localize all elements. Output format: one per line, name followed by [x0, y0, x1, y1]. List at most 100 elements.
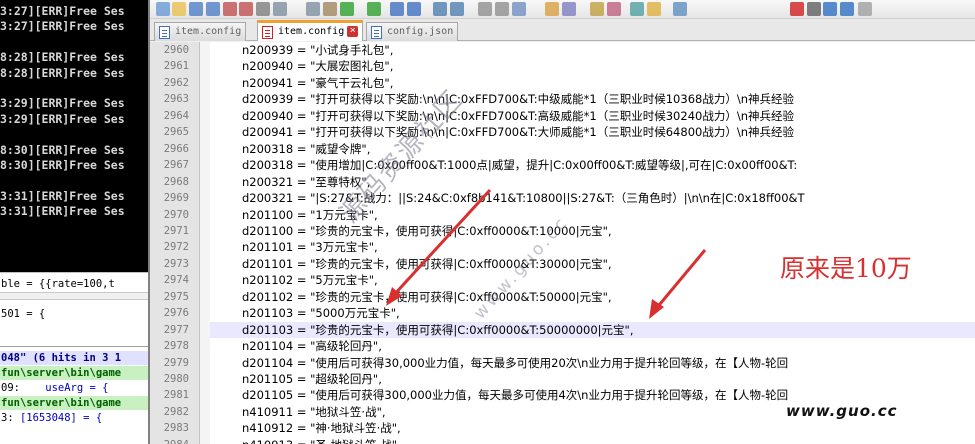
code-line[interactable]: n200940 = "大展宏图礼包", — [210, 58, 975, 74]
file-icon — [371, 26, 382, 39]
code-line[interactable]: n201105 = "超级轮回丹", — [210, 371, 975, 387]
code-line[interactable]: n201104 = "高级轮回丹", — [210, 338, 975, 354]
line-number: 2971 — [163, 224, 189, 237]
tab-3[interactable]: config.json — [366, 22, 459, 41]
tab-close-icon[interactable]: × — [347, 26, 359, 37]
tab-bar: item.config item.config × config.json — [150, 19, 975, 41]
search-result-line[interactable]: 3: [1653048] = { — [0, 411, 148, 425]
line-number: 2969 — [163, 192, 189, 205]
search-result-file[interactable]: fun\server\bin\game — [0, 366, 148, 380]
search-results-panel[interactable]: 048" (6 hits in 3 1 fun\server\bin\game 0… — [0, 346, 148, 444]
print-icon[interactable] — [256, 2, 270, 16]
code-line[interactable]: d201104 = "使用后可获得30,000业力值，每天最多可使用20次\n业… — [210, 355, 975, 371]
zoom-out-icon[interactable] — [450, 2, 464, 16]
line-number: 2975 — [163, 290, 189, 303]
toolbar — [150, 0, 975, 19]
line-number: 2974 — [163, 274, 189, 287]
file-icon — [159, 26, 170, 39]
tab-label: config.json — [387, 26, 454, 37]
redo-icon[interactable] — [367, 2, 381, 16]
left-code-line: ble = {{rate=100,t — [1, 278, 115, 290]
code-area[interactable]: n200939 = "小试身手礼包", n200940 = "大展宏图礼包", n2… — [210, 42, 975, 444]
code-line[interactable]: n201100 = "1万元宝卡", — [210, 207, 975, 223]
console-line: 3:29][ERR]Free Ses — [0, 111, 125, 126]
search-result-line[interactable]: 09: useArg = { — [0, 381, 148, 395]
line-number: 2983 — [163, 422, 189, 435]
find-icon[interactable] — [390, 2, 404, 16]
pane-splitter[interactable] — [0, 292, 148, 300]
undo-icon[interactable] — [340, 2, 354, 16]
line-number: 2973 — [163, 257, 189, 270]
code-line[interactable]: n200941 = "豪气干云礼包", — [210, 75, 975, 91]
code-line[interactable]: n410912 = "神·地狱斗笠·战", — [210, 420, 975, 436]
left-code-line: 501 = { — [1, 308, 46, 320]
code-line[interactable]: d200318 = "使用增加|C:0x00ff00&T:1000点|威望，提升… — [210, 157, 975, 173]
indent-guide-icon[interactable] — [562, 2, 576, 16]
console-line: 3:27][ERR]Free Ses — [0, 4, 125, 18]
console-line: 3:27][ERR]Free Ses — [0, 19, 125, 34]
search-result-line-text: useArg = { — [19, 382, 109, 394]
save-icon[interactable] — [189, 2, 203, 16]
console-line: 8:28][ERR]Free Ses — [0, 65, 125, 80]
line-number: 2961 — [163, 60, 189, 73]
all-chars-icon[interactable] — [545, 2, 559, 16]
tab-label: item.config — [278, 26, 345, 37]
search-result-line-number: 09: — [1, 382, 20, 394]
line-number: 2980 — [163, 373, 189, 385]
code-line[interactable]: n410913 = "圣·地狱斗笠·战", — [210, 437, 975, 444]
save-macro-icon[interactable] — [858, 2, 872, 16]
func-list-icon[interactable] — [630, 2, 644, 16]
fold-margin — [200, 42, 210, 444]
code-line[interactable]: d201100 = "珍贵的元宝卡，使用可获得|C:0xff0000&T:100… — [210, 223, 975, 239]
replace-icon[interactable] — [407, 2, 421, 16]
annotation-text: 原来是10万 — [780, 254, 912, 283]
code-line[interactable]: d200321 = "|S:27&T:战力：||S:24&C:0xf8b141&… — [210, 190, 975, 206]
paste-icon[interactable] — [323, 2, 337, 16]
monitor-icon[interactable] — [673, 2, 687, 16]
code-line-current[interactable]: d201103 = "珍贵的元宝卡，使用可获得|C:0xff0000&T:500… — [210, 321, 975, 338]
play-multi-icon[interactable] — [840, 2, 854, 16]
close-icon[interactable] — [223, 2, 237, 16]
tab-2[interactable]: item.config × — [257, 20, 364, 41]
stop-icon[interactable] — [807, 2, 821, 16]
line-number: 2978 — [163, 340, 189, 353]
sync-h-icon[interactable] — [495, 2, 509, 16]
code-line[interactable]: d201102 = "珍贵的元宝卡，使用可获得|C:0xff0000&T:500… — [210, 289, 975, 305]
tab-label: item.config — [175, 26, 242, 37]
search-result-line-number: 3: — [1, 412, 20, 424]
line-number-gutter: 2960 2961 2962 2963 2964 2965 2966 2967 2968 2969… — [150, 42, 200, 444]
console-line: 8:28][ERR]Free Ses — [0, 50, 125, 65]
code-line[interactable]: n200318 = "威望令牌", — [210, 141, 975, 157]
console-line: 3:31][ERR]Free Ses — [0, 204, 125, 219]
line-number: 2979 — [163, 356, 189, 369]
play-icon[interactable] — [823, 2, 837, 16]
site-logo: www.guo.cc — [786, 402, 898, 420]
code-line[interactable]: n201103 = "5000万元宝卡", — [210, 305, 975, 321]
record-icon[interactable] — [790, 2, 804, 16]
search-results-header[interactable]: 048" (6 hits in 3 1 — [0, 351, 148, 365]
copy-icon[interactable] — [306, 2, 320, 16]
folder-icon[interactable] — [647, 2, 661, 16]
code-line[interactable]: n200321 = "至尊特权", — [210, 174, 975, 190]
wrap-icon[interactable] — [512, 2, 526, 16]
code-line[interactable]: n200939 = "小试身手礼包", — [210, 42, 975, 58]
doc-map-icon[interactable] — [607, 2, 621, 16]
line-number: 2966 — [163, 142, 189, 155]
sync-v-icon[interactable] — [478, 2, 492, 16]
left-code-pane[interactable]: ble = {{rate=100,t 501 = { — [0, 272, 148, 346]
close-all-icon[interactable] — [239, 2, 253, 16]
code-line[interactable]: d200941 = "打开可获得以下奖励:\n\n|C:0xFFD700&T:大… — [210, 124, 975, 140]
tab-1[interactable]: item.config — [154, 22, 247, 41]
cut-icon[interactable] — [273, 2, 287, 16]
lang-icon[interactable] — [590, 2, 604, 16]
console-line: 3:31][ERR]Free Ses — [0, 188, 125, 203]
zoom-in-icon[interactable] — [433, 2, 447, 16]
open-file-icon[interactable] — [172, 2, 186, 16]
search-result-file[interactable]: fun\server\bin\game — [0, 396, 148, 410]
new-file-icon[interactable] — [156, 2, 170, 16]
line-number: 2968 — [163, 175, 189, 188]
save-all-icon[interactable] — [206, 2, 220, 16]
code-line[interactable]: d200940 = "打开可获得以下奖励:\n\n|C:0xFFD700&T:高… — [210, 108, 975, 124]
line-number: 2960 — [163, 44, 189, 56]
code-line[interactable]: d200939 = "打开可获得以下奖励:\n\n|C:0xFFD700&T:中… — [210, 91, 975, 107]
